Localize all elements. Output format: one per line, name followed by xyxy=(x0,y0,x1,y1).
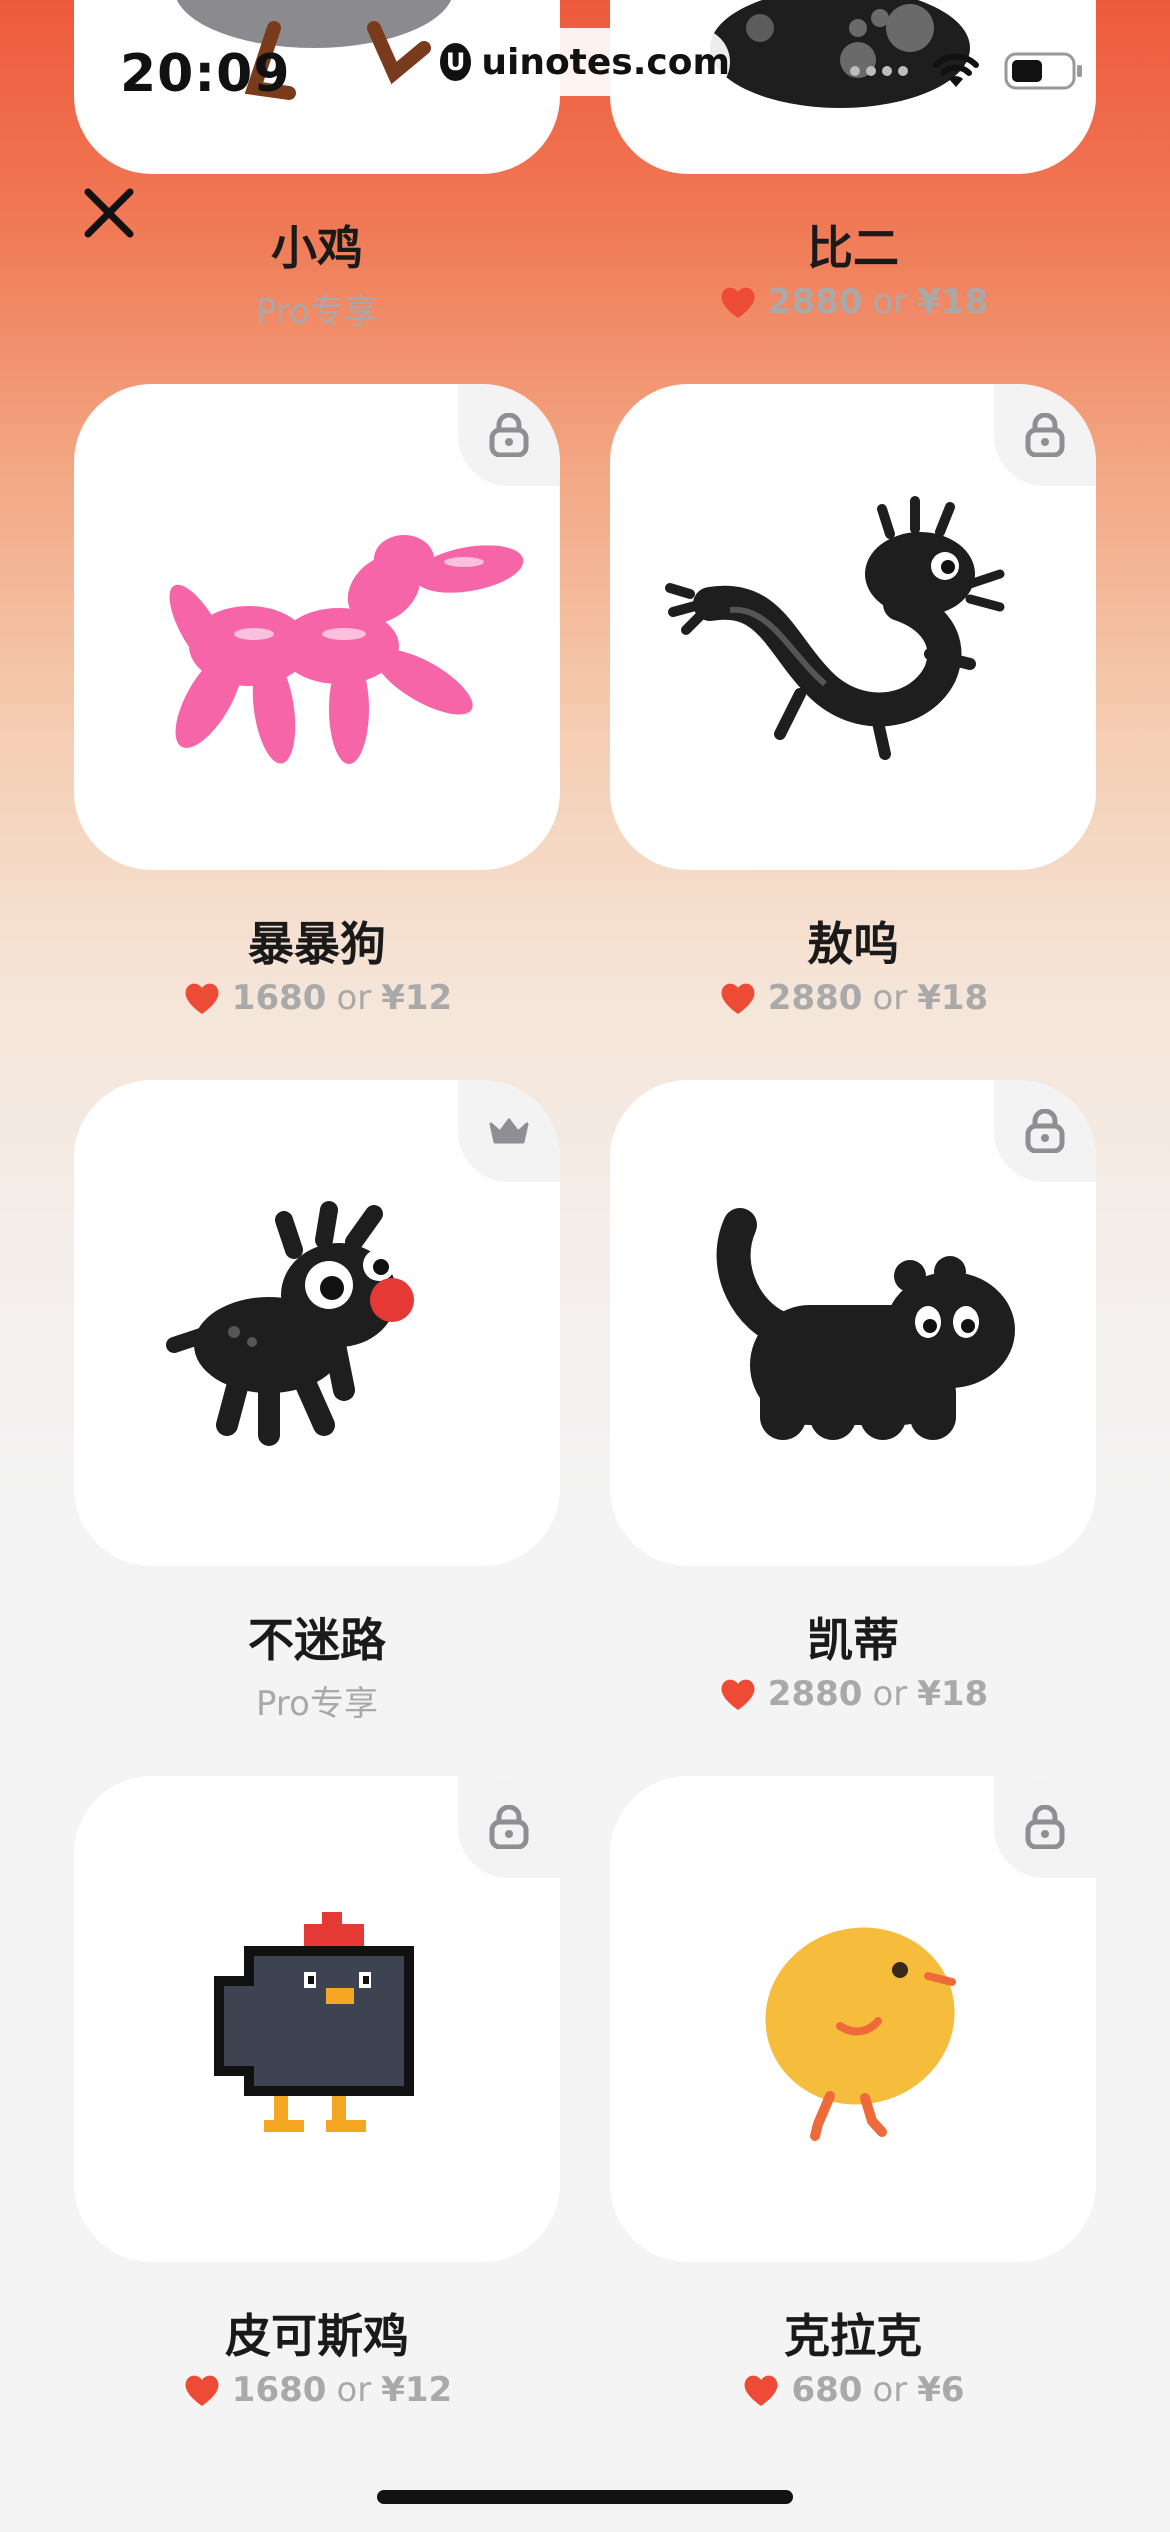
close-icon[interactable] xyxy=(74,178,144,248)
pro-exclusive-label: Pro专享 xyxy=(256,1684,378,1724)
signal-dots-icon xyxy=(850,66,908,76)
lock-badge xyxy=(458,384,560,486)
sticker-name: 凯蒂 xyxy=(807,1613,899,1667)
coin-price: 2880 xyxy=(767,1674,863,1714)
lock-badge xyxy=(994,1776,1096,1878)
battery-icon xyxy=(1004,52,1082,90)
crown-icon xyxy=(489,1118,529,1144)
lock-icon xyxy=(1025,413,1065,457)
sticker-name: 敖呜 xyxy=(807,917,899,971)
sticker-price: 680 or ¥6 xyxy=(610,2370,1096,2410)
heart-icon xyxy=(185,983,219,1014)
cash-price: ¥18 xyxy=(917,978,989,1018)
cash-price: ¥12 xyxy=(381,2370,453,2410)
sticker-card-pikesiji[interactable] xyxy=(74,1776,560,2262)
cash-price: ¥6 xyxy=(917,2370,965,2410)
heart-icon xyxy=(185,2375,219,2406)
watermark-badge: U uinotes.com xyxy=(440,28,730,96)
sticker-name: 不迷路 xyxy=(248,1613,386,1667)
sticker-card-kelake[interactable] xyxy=(610,1776,1096,2262)
cash-price: ¥12 xyxy=(381,978,453,1018)
sticker-name: 克拉克 xyxy=(784,2309,922,2363)
sticker-price: 2880 or ¥18 xyxy=(610,282,1096,322)
heart-icon xyxy=(721,287,755,318)
watermark-text: uinotes.com xyxy=(481,41,730,83)
sticker-card-bumilu[interactable] xyxy=(74,1080,560,1566)
home-indicator[interactable] xyxy=(377,2490,793,2504)
coin-price: 1680 xyxy=(231,2370,327,2410)
sticker-price: 2880 or ¥18 xyxy=(610,978,1096,1018)
coin-price: 1680 xyxy=(231,978,327,1018)
cash-price: ¥18 xyxy=(917,282,989,322)
or-label: or xyxy=(872,282,908,322)
sticker-card-aowu[interactable] xyxy=(610,384,1096,870)
lock-badge xyxy=(994,1080,1096,1182)
heart-icon xyxy=(744,2375,778,2406)
lock-icon xyxy=(1025,1109,1065,1153)
pro-badge xyxy=(458,1080,560,1182)
or-label: or xyxy=(336,2370,372,2410)
uinotes-logo-icon: U xyxy=(440,43,472,81)
pro-exclusive-label: Pro专享 xyxy=(256,292,378,332)
sticker-card-baobaogou[interactable] xyxy=(74,384,560,870)
sticker-card-kaidi[interactable] xyxy=(610,1080,1096,1566)
status-time: 20:09 xyxy=(120,44,291,104)
status-indicators xyxy=(850,52,1084,90)
sticker-name: 比二 xyxy=(807,221,899,275)
or-label: or xyxy=(872,2370,908,2410)
lock-badge xyxy=(994,384,1096,486)
heart-icon xyxy=(721,983,755,1014)
or-label: or xyxy=(336,978,372,1018)
or-label: or xyxy=(872,978,908,1018)
wifi-icon xyxy=(933,53,979,87)
lock-icon xyxy=(489,413,529,457)
coin-price: 2880 xyxy=(767,282,863,322)
lock-icon xyxy=(1025,1805,1065,1849)
heart-icon xyxy=(721,1679,755,1710)
or-label: or xyxy=(872,1674,908,1714)
sticker-price: 1680 or ¥12 xyxy=(74,978,560,1018)
lock-icon xyxy=(489,1805,529,1849)
cash-price: ¥18 xyxy=(917,1674,989,1714)
sticker-name: 小鸡 xyxy=(271,221,363,275)
sticker-price: 1680 or ¥12 xyxy=(74,2370,560,2410)
coin-price: 2880 xyxy=(767,978,863,1018)
sticker-name: 皮可斯鸡 xyxy=(225,2309,409,2363)
coin-price: 680 xyxy=(791,2370,863,2410)
lock-badge xyxy=(458,1776,560,1878)
sticker-price: 2880 or ¥18 xyxy=(610,1674,1096,1714)
sticker-name: 暴暴狗 xyxy=(248,917,386,971)
